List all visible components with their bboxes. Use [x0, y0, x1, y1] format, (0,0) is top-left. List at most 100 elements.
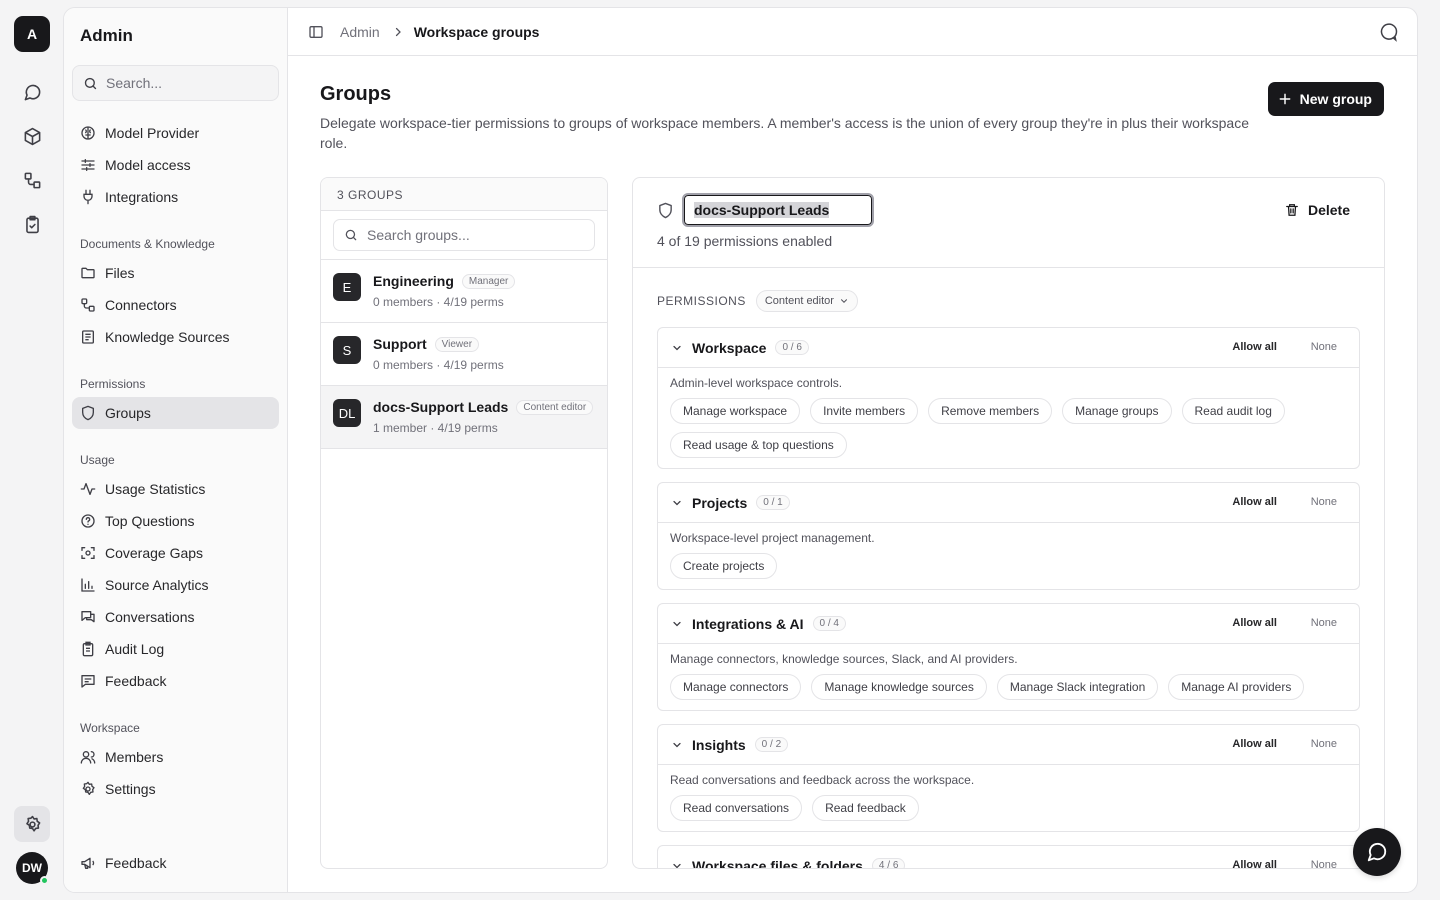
sidebar-item-feedback[interactable]: Feedback: [72, 665, 279, 697]
new-group-button[interactable]: New group: [1267, 82, 1384, 116]
permission-chip[interactable]: Read conversations: [670, 795, 803, 821]
clipboard-check-icon[interactable]: [14, 206, 50, 242]
none-button[interactable]: None: [1311, 738, 1337, 750]
sidebar-item-model-access[interactable]: Model access: [72, 149, 279, 181]
none-button[interactable]: None: [1311, 341, 1337, 353]
sidebar-item-label: Model Provider: [105, 125, 200, 141]
chevron-down-icon[interactable]: [671, 860, 683, 869]
none-button[interactable]: None: [1311, 496, 1337, 508]
group-name-value: docs-Support Leads: [694, 202, 830, 218]
sidebar-item-label: Usage Statistics: [105, 481, 206, 497]
chat-launcher-button[interactable]: [1353, 828, 1401, 876]
chevron-down-icon[interactable]: [671, 739, 683, 751]
permission-chip[interactable]: Read usage & top questions: [670, 432, 847, 458]
sidebar-item-top-questions[interactable]: Top Questions: [72, 505, 279, 537]
none-button[interactable]: None: [1311, 859, 1337, 868]
permission-section-integrations-ai: Integrations & AI 0 / 4 Allow all None M…: [657, 603, 1360, 711]
permission-chip[interactable]: Create projects: [670, 553, 778, 579]
group-row-support[interactable]: S Support Viewer 0 members · 4/19 perms: [321, 323, 607, 386]
section-header[interactable]: Workspace 0 / 6 Allow all None: [658, 328, 1359, 368]
shield-icon: [657, 202, 674, 219]
allow-all-button[interactable]: Allow all: [1232, 859, 1277, 868]
section-name: Workspace: [692, 339, 767, 356]
sidebar-item-usage-statistics[interactable]: Usage Statistics: [72, 473, 279, 505]
megaphone-icon: [81, 857, 95, 869]
none-button[interactable]: None: [1311, 617, 1337, 629]
permission-chip[interactable]: Manage AI providers: [1168, 674, 1305, 700]
allow-all-button[interactable]: Allow all: [1232, 738, 1277, 750]
sidebar-item-knowledge-sources[interactable]: Knowledge Sources: [72, 321, 279, 353]
permission-chip[interactable]: Manage groups: [1062, 398, 1172, 424]
chat-bubble-icon[interactable]: [1379, 22, 1399, 42]
breadcrumb-root[interactable]: Admin: [340, 24, 380, 40]
permission-chip[interactable]: Remove members: [928, 398, 1053, 424]
sidebar-item-audit-log[interactable]: Audit Log: [72, 633, 279, 665]
allow-all-button[interactable]: Allow all: [1232, 617, 1277, 629]
group-row-docs-support-leads[interactable]: DL docs-Support Leads Content editor 1 me…: [321, 386, 607, 449]
permission-chip[interactable]: Invite members: [810, 398, 919, 424]
permission-chip[interactable]: Manage workspace: [670, 398, 801, 424]
allow-all-button[interactable]: Allow all: [1232, 341, 1277, 353]
section-header[interactable]: Workspace files & folders 4 / 6 Allow al…: [658, 846, 1359, 869]
sidebar-footer-feedback[interactable]: Feedback: [72, 847, 279, 879]
section-description: Workspace-level project management.: [670, 531, 875, 545]
permission-section-workspace: Workspace 0 / 6 Allow all None Admin-lev…: [657, 327, 1360, 469]
trash-icon: [1286, 204, 1298, 216]
allow-all-button[interactable]: Allow all: [1232, 496, 1277, 508]
permission-chip[interactable]: Manage Slack integration: [996, 674, 1159, 700]
section-label-permissions: Permissions: [80, 377, 146, 391]
workspace-switcher[interactable]: A: [14, 16, 50, 52]
sidebar-item-integrations[interactable]: Integrations: [72, 181, 279, 213]
section-header[interactable]: Insights 0 / 2 Allow all None: [658, 725, 1359, 765]
group-name-input[interactable]: docs-Support Leads: [682, 193, 874, 227]
chevron-down-icon[interactable]: [671, 497, 683, 509]
section-count-badge: 0 / 6: [775, 340, 809, 355]
connector-icon: [81, 298, 95, 312]
group-role-badge: Viewer: [434, 336, 480, 352]
sidebar-item-label: Members: [105, 749, 164, 765]
chevron-down-icon[interactable]: [671, 342, 683, 354]
role-preset-select[interactable]: Content editor: [755, 290, 858, 312]
groups-search-input[interactable]: Search groups...: [333, 219, 595, 251]
settings-gear-icon[interactable]: [14, 806, 50, 842]
chat-icon[interactable]: [14, 74, 50, 110]
delete-group-button[interactable]: Delete: [1285, 202, 1350, 218]
sidebar-item-conversations[interactable]: Conversations: [72, 601, 279, 633]
search-icon: [84, 77, 97, 89]
permission-chip[interactable]: Manage knowledge sources: [811, 674, 987, 700]
sidebar-item-label: Source Analytics: [105, 577, 209, 593]
section-count-badge: 0 / 2: [754, 737, 789, 752]
sidebar-item-model-provider[interactable]: Model Provider: [72, 117, 279, 149]
sidebar-item-coverage-gaps[interactable]: Coverage Gaps: [72, 537, 279, 569]
sidebar-item-label: Connectors: [105, 297, 177, 313]
sidebar-item-settings[interactable]: Settings: [72, 773, 279, 805]
sidebar-item-connectors[interactable]: Connectors: [72, 289, 279, 321]
gear-icon: [82, 781, 95, 795]
sidebar-item-members[interactable]: Members: [72, 741, 279, 773]
workflow-icon[interactable]: [14, 162, 50, 198]
sidebar-title: Admin: [80, 26, 133, 45]
sidebar-toggle-icon[interactable]: [308, 24, 324, 40]
sidebar-item-label: Integrations: [105, 189, 179, 205]
section-header[interactable]: Projects 0 / 1 Allow all None: [658, 483, 1359, 523]
permissions-label-row: PERMISSIONS Content editor: [657, 290, 858, 312]
permission-chip[interactable]: Read feedback: [812, 795, 919, 821]
group-row-engineering[interactable]: E Engineering Manager 0 members · 4/19 pe…: [321, 260, 607, 323]
permission-section-workspace-files: Workspace files & folders 4 / 6 Allow al…: [657, 845, 1360, 869]
permission-chip[interactable]: Read audit log: [1181, 398, 1285, 424]
sidebar-item-label: Feedback: [105, 855, 167, 871]
section-description: Admin-level workspace controls.: [670, 376, 843, 390]
groups-list-panel: 3 GROUPS Search groups... E Engineering M…: [320, 177, 608, 869]
sidebar-item-label: Groups: [105, 405, 151, 421]
chevron-down-icon[interactable]: [671, 618, 683, 630]
scan-icon: [81, 547, 95, 559]
user-avatar[interactable]: DW: [16, 852, 49, 885]
sidebar-item-source-analytics[interactable]: Source Analytics: [72, 569, 279, 601]
sidebar-item-groups[interactable]: Groups: [72, 397, 279, 429]
sidebar-search-input[interactable]: Search...: [72, 65, 279, 101]
permission-chip[interactable]: Manage connectors: [670, 674, 802, 700]
section-header[interactable]: Integrations & AI 0 / 4 Allow all None: [658, 604, 1359, 644]
section-count-badge: 0 / 4: [812, 616, 846, 631]
cube-icon[interactable]: [14, 118, 50, 154]
sidebar-item-files[interactable]: Files: [72, 257, 279, 289]
